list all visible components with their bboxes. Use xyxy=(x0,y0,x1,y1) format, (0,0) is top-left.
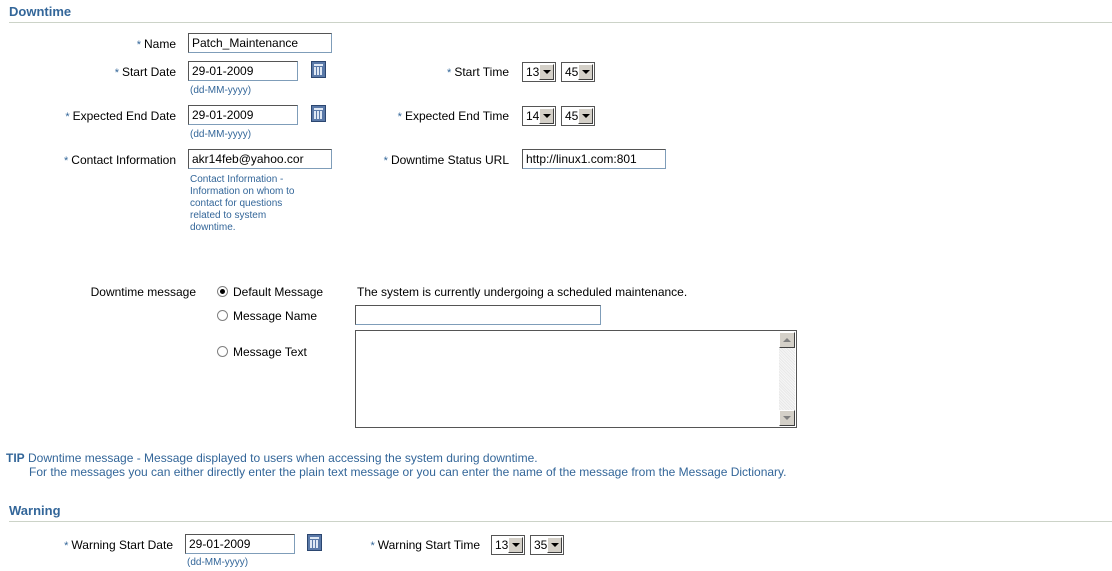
contact-label-text: Contact Information xyxy=(71,153,176,167)
date-format-hint: (dd-MM-yyyy) xyxy=(187,557,249,568)
calendar-icon[interactable] xyxy=(311,61,326,78)
contact-hint-line: Contact Information - xyxy=(190,174,284,185)
end-minute-value: 45 xyxy=(565,109,579,123)
scroll-up-icon[interactable] xyxy=(779,332,795,348)
start-date-label-text: Start Date xyxy=(121,65,176,79)
message-name-radio[interactable] xyxy=(217,310,228,321)
end-hour-value: 14 xyxy=(526,109,540,123)
start-minute-select[interactable]: 45 xyxy=(561,62,595,82)
scroll-down-icon[interactable] xyxy=(779,410,795,426)
message-name-option-label: Message Name xyxy=(233,309,318,323)
contact-hint-line: downtime. xyxy=(190,222,236,233)
contact-hint: Contact Information - Information on who… xyxy=(190,174,330,234)
end-date-field[interactable]: 29-01-2009 xyxy=(188,105,298,125)
chevron-down-icon[interactable] xyxy=(539,64,554,80)
message-text-option-label: Message Text xyxy=(233,345,307,359)
required-marker: * xyxy=(65,111,70,123)
chevron-down-icon[interactable] xyxy=(547,537,562,553)
start-date-label: * Start Date xyxy=(60,64,176,81)
end-date-label: * Expected End Date xyxy=(20,108,176,125)
warning-start-date-label: * Warning Start Date xyxy=(20,537,173,554)
date-format-hint: (dd-MM-yyyy) xyxy=(190,85,252,96)
message-name-field[interactable] xyxy=(355,305,601,325)
chevron-down-icon[interactable] xyxy=(539,108,554,124)
warning-start-minute-value: 35 xyxy=(534,538,548,552)
warning-section-header: Warning xyxy=(9,502,1112,522)
required-marker: * xyxy=(64,540,69,552)
date-format-hint: (dd-MM-yyyy) xyxy=(190,129,252,140)
chevron-down-icon[interactable] xyxy=(578,108,593,124)
tip-prefix: TIP xyxy=(6,451,25,465)
message-text-area[interactable] xyxy=(355,330,797,428)
start-time-label: * Start Time xyxy=(400,64,509,81)
downtime-section-header: Downtime xyxy=(9,3,1112,23)
start-hour-value: 13 xyxy=(526,65,540,79)
warning-start-hour-value: 13 xyxy=(495,538,509,552)
warning-start-date-label-text: Warning Start Date xyxy=(71,538,173,552)
end-time-label-text: Expected End Time xyxy=(404,109,509,123)
required-marker: * xyxy=(136,39,141,51)
name-label: * Name xyxy=(60,36,176,53)
start-time-label-text: Start Time xyxy=(454,65,509,79)
required-marker: * xyxy=(370,540,375,552)
contact-hint-line: Information on whom to xyxy=(190,186,295,197)
tip-line-2: For the messages you can either directly… xyxy=(29,465,787,479)
required-marker: * xyxy=(64,155,69,167)
name-label-text: Name xyxy=(143,37,176,51)
status-url-field[interactable]: http://linux1.com:801 xyxy=(522,149,666,169)
status-url-label-text: Downtime Status URL xyxy=(390,153,509,167)
default-message-radio[interactable] xyxy=(217,286,228,297)
chevron-down-icon[interactable] xyxy=(508,537,523,553)
required-marker: * xyxy=(397,111,402,123)
contact-label: * Contact Information xyxy=(20,152,176,169)
message-text-radio[interactable] xyxy=(217,346,228,357)
default-message-text: The system is currently undergoing a sch… xyxy=(357,285,688,299)
required-marker: * xyxy=(383,155,388,167)
warning-start-minute-select[interactable]: 35 xyxy=(530,535,564,555)
status-url-label: * Downtime Status URL xyxy=(340,152,509,169)
start-hour-select[interactable]: 13 xyxy=(522,62,556,82)
tip-text: TIP Downtime message - Message displayed… xyxy=(6,451,787,479)
calendar-icon[interactable] xyxy=(307,534,322,551)
tip-line-1: Downtime message - Message displayed to … xyxy=(28,451,538,465)
start-minute-value: 45 xyxy=(565,65,579,79)
end-minute-select[interactable]: 45 xyxy=(561,106,595,126)
start-date-field[interactable]: 29-01-2009 xyxy=(188,61,298,81)
warning-start-time-label-text: Warning Start Time xyxy=(377,538,480,552)
end-hour-select[interactable]: 14 xyxy=(522,106,556,126)
downtime-message-label: Downtime message xyxy=(90,285,196,299)
required-marker: * xyxy=(114,67,119,79)
end-date-label-text: Expected End Date xyxy=(72,109,176,123)
contact-field[interactable]: akr14feb@yahoo.cor xyxy=(188,149,332,169)
warning-start-hour-select[interactable]: 13 xyxy=(491,535,525,555)
end-time-label: * Expected End Time xyxy=(350,108,509,125)
contact-hint-line: related to system xyxy=(190,210,267,221)
chevron-down-icon[interactable] xyxy=(578,64,593,80)
calendar-icon[interactable] xyxy=(311,105,326,122)
contact-hint-line: contact for questions xyxy=(190,198,283,209)
required-marker: * xyxy=(447,67,452,79)
warning-start-date-field[interactable]: 29-01-2009 xyxy=(185,534,295,554)
default-message-option-label: Default Message xyxy=(233,285,324,299)
name-field[interactable]: Patch_Maintenance xyxy=(188,33,332,53)
warning-start-time-label: * Warning Start Time xyxy=(330,537,480,554)
